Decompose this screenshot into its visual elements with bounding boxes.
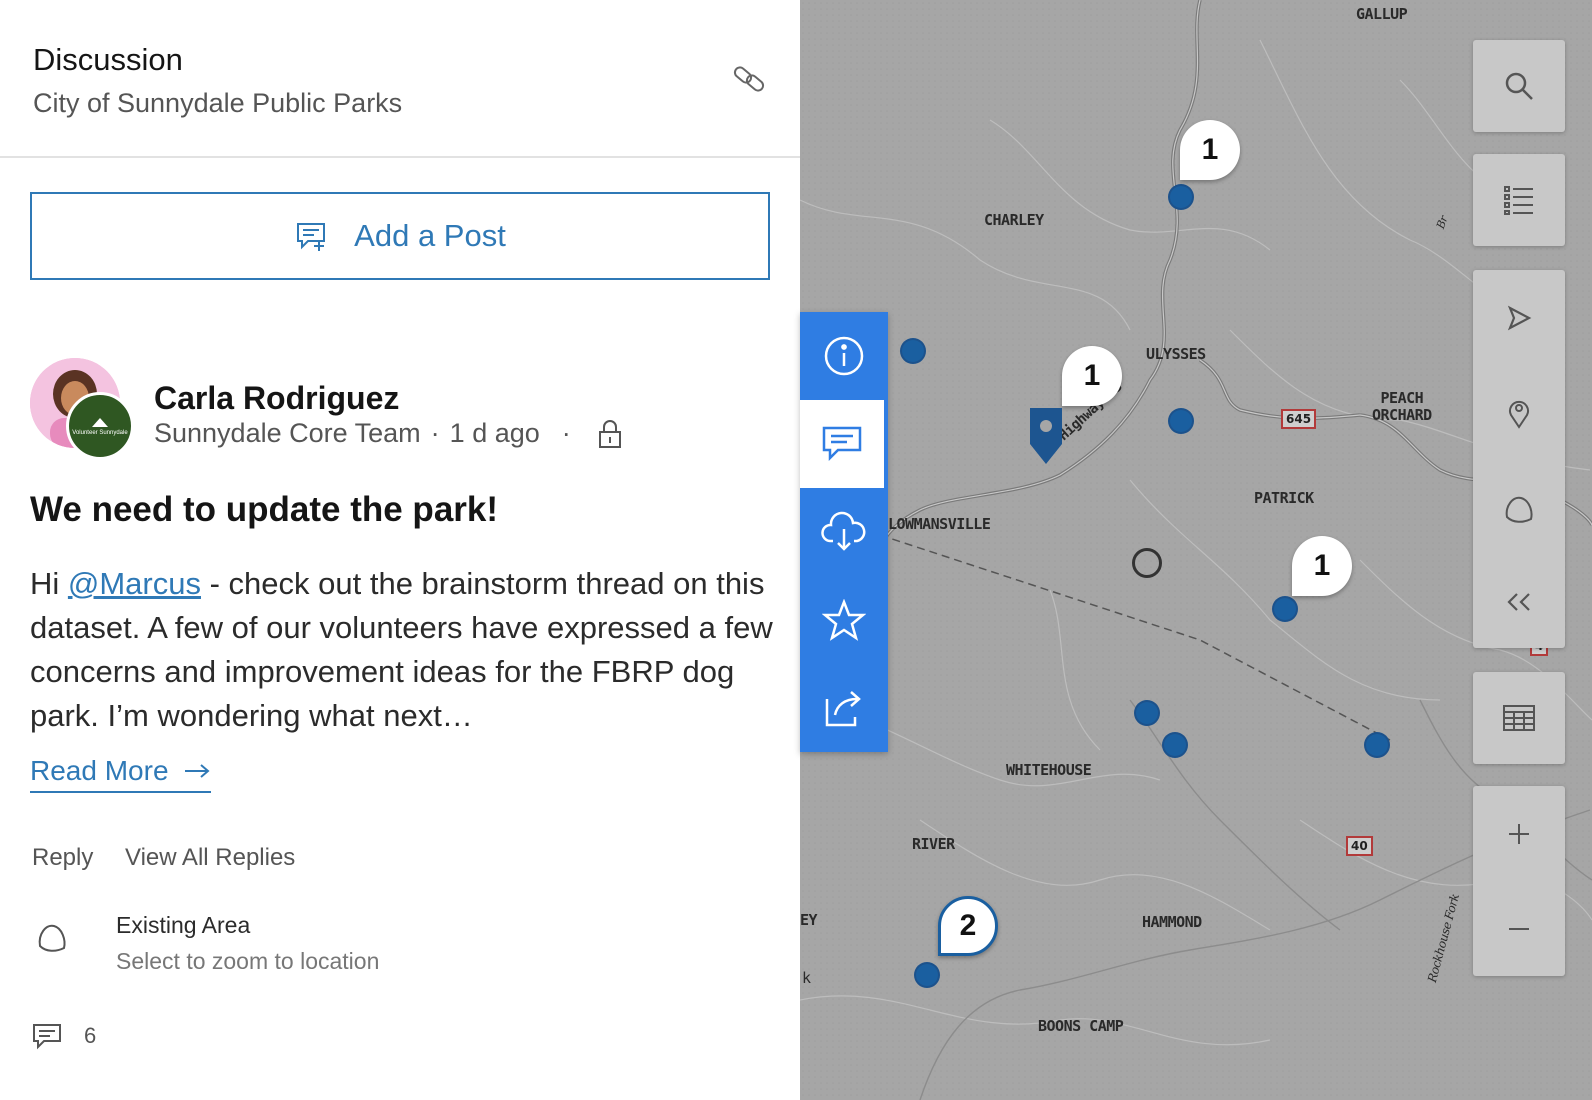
zoom-out-icon: [1509, 927, 1529, 930]
panel-subtitle: City of Sunnydale Public Parks: [33, 88, 403, 118]
table-button[interactable]: [1473, 672, 1565, 764]
add-post-button[interactable]: Add a Post: [30, 192, 770, 280]
polygon-icon: [38, 924, 66, 952]
map-marker[interactable]: [914, 962, 940, 988]
share-button[interactable]: [800, 664, 888, 752]
table-icon: [1503, 705, 1535, 731]
cluster-count-bubble-selected[interactable]: 2: [938, 896, 998, 956]
table-tool: [1473, 672, 1565, 764]
map-marker[interactable]: [900, 338, 926, 364]
post-title: We need to update the park!: [30, 490, 499, 529]
navigate-icon: [1507, 305, 1532, 330]
area-title: Existing Area: [116, 912, 251, 938]
zoom-out-button[interactable]: [1473, 881, 1565, 976]
reply-button[interactable]: Reply: [32, 844, 93, 872]
legend-list-icon: [1504, 186, 1533, 215]
add-post-label: Add a Post: [354, 218, 506, 253]
copy-link-button[interactable]: [728, 58, 770, 100]
comment-icon: [33, 1024, 61, 1050]
meta-separator: ·: [561, 418, 571, 448]
map-marker[interactable]: [1364, 732, 1390, 758]
view-all-replies-button[interactable]: View All Replies: [125, 844, 295, 872]
navigate-button[interactable]: [1473, 270, 1565, 365]
panel-header: Discussion City of Sunnydale Public Park…: [0, 0, 800, 158]
map-label-charley: CHARLEY: [984, 211, 1044, 229]
search-tool: [1473, 40, 1565, 132]
action-bar: [800, 312, 888, 752]
map-label-boons-camp: BOONS CAMP: [1038, 1017, 1124, 1035]
map-marker[interactable]: [1162, 732, 1188, 758]
info-icon: [824, 336, 864, 376]
map-label-patrick: PATRICK: [1254, 489, 1314, 507]
map-marker[interactable]: [1134, 700, 1160, 726]
read-more-label: Read More: [30, 755, 169, 786]
cluster-count-bubble[interactable]: 1: [1180, 120, 1240, 180]
draw-area-button[interactable]: [1473, 460, 1565, 555]
polygon-icon: [1505, 496, 1533, 523]
panel-title: Discussion: [33, 42, 183, 77]
existing-area-item[interactable]: Existing Area Select to zoom to location: [30, 910, 770, 990]
post-time: 1 d ago: [449, 418, 540, 448]
map-label-hammond: HAMMOND: [1142, 913, 1202, 931]
comment-add-icon: [297, 223, 326, 251]
map-label-ey: EY: [800, 911, 818, 929]
post-body: Hi @Marcus - check out the brainstorm th…: [30, 562, 775, 738]
add-point-button[interactable]: [1473, 365, 1565, 460]
map-marker[interactable]: [1272, 596, 1298, 622]
lock-icon: [597, 419, 623, 449]
map-label-lowmansville: LOWMANSVILLE: [888, 515, 991, 533]
link-icon: [733, 66, 765, 92]
discussion-panel: Discussion City of Sunnydale Public Park…: [0, 0, 800, 1100]
draw-tools: [1473, 270, 1565, 648]
info-button[interactable]: [800, 312, 888, 400]
author-name[interactable]: Carla Rodriguez: [154, 380, 399, 417]
map-label-peach-orchard: PEACH ORCHARD: [1372, 389, 1432, 424]
comment-count[interactable]: 6: [32, 1022, 96, 1050]
org-badge: Volunteer Sunnydale: [66, 392, 134, 460]
cluster-count-bubble[interactable]: 1: [1292, 536, 1352, 596]
mention-link[interactable]: @Marcus: [68, 566, 201, 601]
zoom-in-icon: [1509, 823, 1529, 844]
cloud-download-icon: [821, 511, 866, 551]
route-shield-40: 40: [1346, 836, 1373, 856]
discussion-button[interactable]: [800, 400, 884, 488]
map-marker[interactable]: [1168, 408, 1194, 434]
search-icon: [1505, 72, 1533, 100]
read-more-link[interactable]: Read More: [30, 755, 211, 793]
map-label-river: RIVER: [912, 835, 955, 853]
comment-icon: [822, 426, 862, 462]
favorite-button[interactable]: [800, 576, 888, 664]
area-subtitle: Select to zoom to location: [116, 948, 380, 974]
collapse-button[interactable]: [1473, 555, 1565, 648]
meta-separator: ·: [430, 418, 440, 448]
star-icon: [822, 599, 866, 641]
org-badge-text: Volunteer Sunnydale: [72, 429, 128, 436]
legend-button[interactable]: [1473, 154, 1565, 246]
author-team: Sunnydale Core Team: [154, 418, 421, 448]
zoom-tools: [1473, 786, 1565, 976]
selected-location-ring[interactable]: [1132, 548, 1162, 578]
map-label-whitehouse: WHITEHOUSE: [1006, 761, 1092, 779]
route-shield-645: 645: [1281, 409, 1317, 429]
search-button[interactable]: [1473, 40, 1565, 132]
location-pin-icon[interactable]: [1028, 406, 1064, 471]
collapse-icon: [1507, 592, 1530, 611]
download-button[interactable]: [800, 488, 888, 576]
post-body-prefix: Hi: [30, 566, 68, 601]
map-marker[interactable]: [1168, 184, 1194, 210]
map-label-ulysses: ULYSSES: [1146, 345, 1206, 363]
cluster-count-bubble[interactable]: 1: [1062, 346, 1122, 406]
pin-icon: [1509, 400, 1529, 429]
arrow-right-icon: [184, 764, 210, 778]
comment-count-value: 6: [84, 1023, 97, 1048]
map-label-gallup: GALLUP: [1356, 5, 1408, 23]
map-label-k: k: [802, 969, 811, 987]
legend-tool: [1473, 154, 1565, 246]
zoom-in-button[interactable]: [1473, 786, 1565, 881]
author-meta: Sunnydale Core Team · 1 d ago ·: [154, 418, 623, 449]
share-icon: [825, 691, 861, 727]
